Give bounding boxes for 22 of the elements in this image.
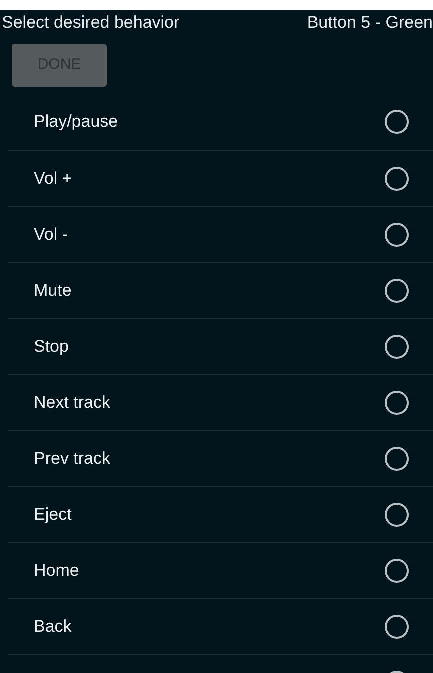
option-label: Play/pause <box>34 111 118 134</box>
radio-button[interactable] <box>385 110 409 134</box>
screen-title: Select desired behavior <box>1 14 180 31</box>
option-label: Prev track <box>34 448 111 470</box>
radio-button[interactable] <box>385 502 409 526</box>
radio-button[interactable] <box>385 446 409 470</box>
radio-button[interactable] <box>385 278 409 302</box>
option-label: Vol - <box>34 224 68 246</box>
option-label: Eject <box>34 504 72 526</box>
radio-button[interactable] <box>385 166 409 190</box>
radio-button[interactable] <box>385 222 409 246</box>
button-name: Button 5 - Green <box>307 14 433 31</box>
option-label: Vol + <box>34 168 72 190</box>
radio-button[interactable] <box>385 334 409 358</box>
option-label: Stop <box>34 336 69 358</box>
option-label: Home <box>34 560 80 582</box>
option-label: Back <box>34 616 72 638</box>
radio-button[interactable] <box>385 390 409 414</box>
option-label: Next track <box>34 392 111 414</box>
radio-button[interactable] <box>385 614 409 638</box>
radio-button[interactable] <box>385 558 409 582</box>
option-label: Mute <box>34 280 72 302</box>
